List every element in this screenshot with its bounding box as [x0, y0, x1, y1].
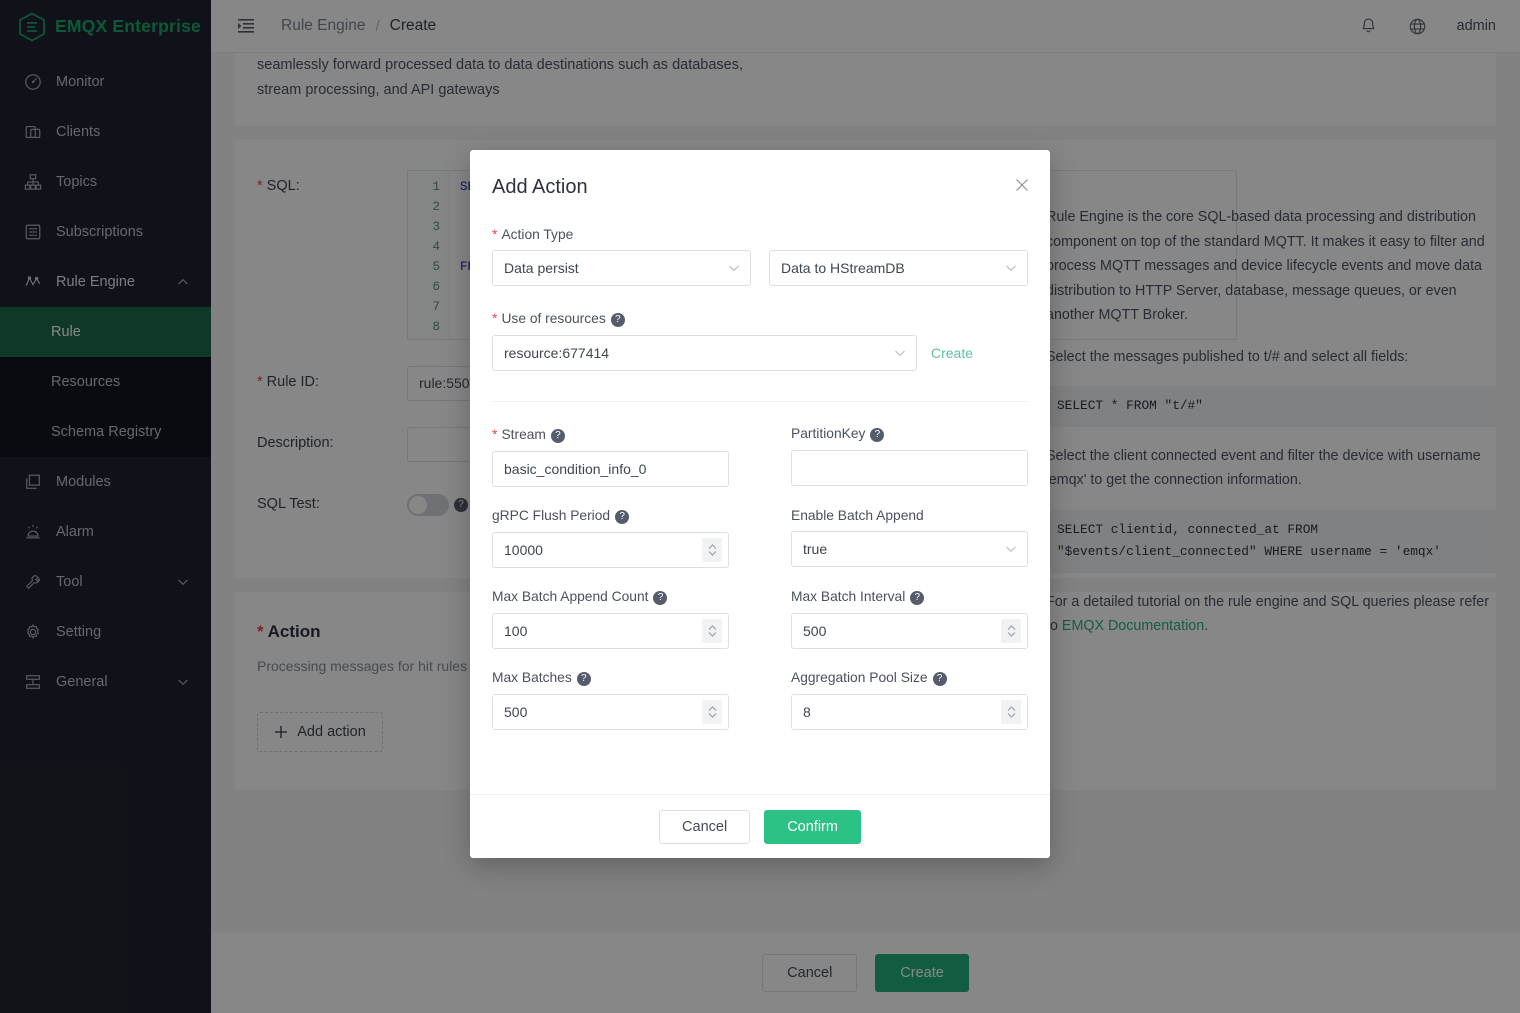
- help-icon[interactable]: ?: [615, 510, 630, 524]
- field-label-text: Aggregation Pool Size: [791, 670, 928, 685]
- number-stepper-icon[interactable]: [702, 619, 722, 643]
- chevron-down-icon: [1005, 264, 1017, 272]
- action-type-row: Data persist Data to HStreamDB: [492, 250, 1028, 286]
- field-enable-batch-append: Enable Batch Append true: [791, 508, 1028, 568]
- number-stepper-icon[interactable]: [702, 538, 722, 562]
- app-root: Rule Engine / Create admin seamlessly fo…: [0, 0, 1520, 1013]
- action-type-label: Action Type: [492, 226, 1028, 242]
- enable-batch-append-select[interactable]: true: [791, 531, 1028, 567]
- field-max-batch-append-count: Max Batch Append Count? 100: [492, 589, 729, 649]
- field-value: 10000: [504, 542, 543, 558]
- add-action-modal: Add Action Action Type Data persist: [470, 150, 1050, 858]
- field-label-text: Max Batches: [492, 670, 572, 685]
- number-stepper-icon[interactable]: [1001, 700, 1021, 724]
- action-target-value: Data to HStreamDB: [781, 260, 905, 276]
- action-target-select[interactable]: Data to HStreamDB: [769, 250, 1028, 286]
- help-icon[interactable]: ?: [550, 429, 565, 443]
- modal-cancel-button[interactable]: Cancel: [659, 809, 751, 844]
- field-max-batch-interval: Max Batch Interval? 500: [791, 589, 1028, 649]
- field-label-text: gRPC Flush Period: [492, 508, 611, 523]
- stream-input[interactable]: basic_condition_info_0: [492, 451, 729, 487]
- use-of-resources-text: Use of resources: [501, 311, 606, 326]
- field-max-batches: Max Batches? 500: [492, 670, 729, 730]
- field-label: Max Batch Append Count?: [492, 589, 729, 605]
- chevron-down-icon: [728, 264, 740, 272]
- modal-divider: [492, 401, 1028, 402]
- help-icon[interactable]: ?: [870, 428, 885, 442]
- chevron-down-icon: [894, 349, 906, 357]
- field-label-text: Max Batch Interval: [791, 589, 906, 604]
- field-label: Stream?: [492, 426, 729, 443]
- help-icon[interactable]: ?: [910, 591, 925, 605]
- field-label: gRPC Flush Period?: [492, 508, 729, 524]
- field-aggregation-pool-size: Aggregation Pool Size? 8: [791, 670, 1028, 730]
- partitionkey-input[interactable]: [791, 450, 1028, 486]
- max-batches-input[interactable]: 500: [492, 694, 729, 730]
- aggregation-pool-size-input[interactable]: 8: [791, 694, 1028, 730]
- max-batch-interval-input[interactable]: 500: [791, 613, 1028, 649]
- modal-fields-grid: Stream? basic_condition_info_0 Partition…: [492, 426, 1028, 730]
- help-icon[interactable]: ?: [653, 591, 668, 605]
- field-value: 500: [803, 623, 827, 639]
- resource-select[interactable]: resource:677414: [492, 335, 917, 371]
- field-label-text: Max Batch Append Count: [492, 589, 649, 604]
- field-partitionkey: PartitionKey?: [791, 426, 1028, 487]
- modal-body: Action Type Data persist Data to HStream…: [470, 226, 1050, 794]
- close-icon[interactable]: [1014, 177, 1030, 193]
- field-label: Max Batches?: [492, 670, 729, 686]
- field-label: Max Batch Interval?: [791, 589, 1028, 605]
- action-type-select[interactable]: Data persist: [492, 250, 751, 286]
- modal-footer: Cancel Confirm: [470, 794, 1050, 858]
- use-of-resources-label: Use of resources?: [492, 310, 1028, 327]
- chevron-down-icon: [1005, 545, 1017, 553]
- field-stream: Stream? basic_condition_info_0: [492, 426, 729, 487]
- field-value: 8: [803, 704, 811, 720]
- field-label: PartitionKey?: [791, 426, 1028, 442]
- field-grpc-flush-period: gRPC Flush Period? 10000: [492, 508, 729, 568]
- field-value: 100: [504, 623, 528, 639]
- help-icon[interactable]: ?: [576, 672, 591, 686]
- field-value: true: [803, 541, 828, 557]
- field-label: Enable Batch Append: [791, 508, 1028, 523]
- help-icon[interactable]: ?: [932, 672, 947, 686]
- create-resource-link[interactable]: Create: [931, 345, 973, 361]
- field-label-text: Enable Batch Append: [791, 508, 924, 523]
- number-stepper-icon[interactable]: [702, 700, 722, 724]
- resource-value: resource:677414: [504, 345, 610, 361]
- field-label-text: PartitionKey: [791, 426, 866, 441]
- use-of-resources-row: resource:677414 Create: [492, 335, 1028, 371]
- help-icon[interactable]: ?: [610, 313, 625, 327]
- field-label-text: Stream: [501, 427, 546, 442]
- modal-title: Add Action: [492, 176, 588, 198]
- modal-header: Add Action: [470, 150, 1050, 226]
- modal-confirm-button[interactable]: Confirm: [764, 809, 861, 844]
- max-batch-append-count-input[interactable]: 100: [492, 613, 729, 649]
- action-type-value: Data persist: [504, 260, 579, 276]
- number-stepper-icon[interactable]: [1001, 619, 1021, 643]
- field-value: 500: [504, 704, 528, 720]
- field-label: Aggregation Pool Size?: [791, 670, 1028, 686]
- grpc-flush-period-input[interactable]: 10000: [492, 532, 729, 568]
